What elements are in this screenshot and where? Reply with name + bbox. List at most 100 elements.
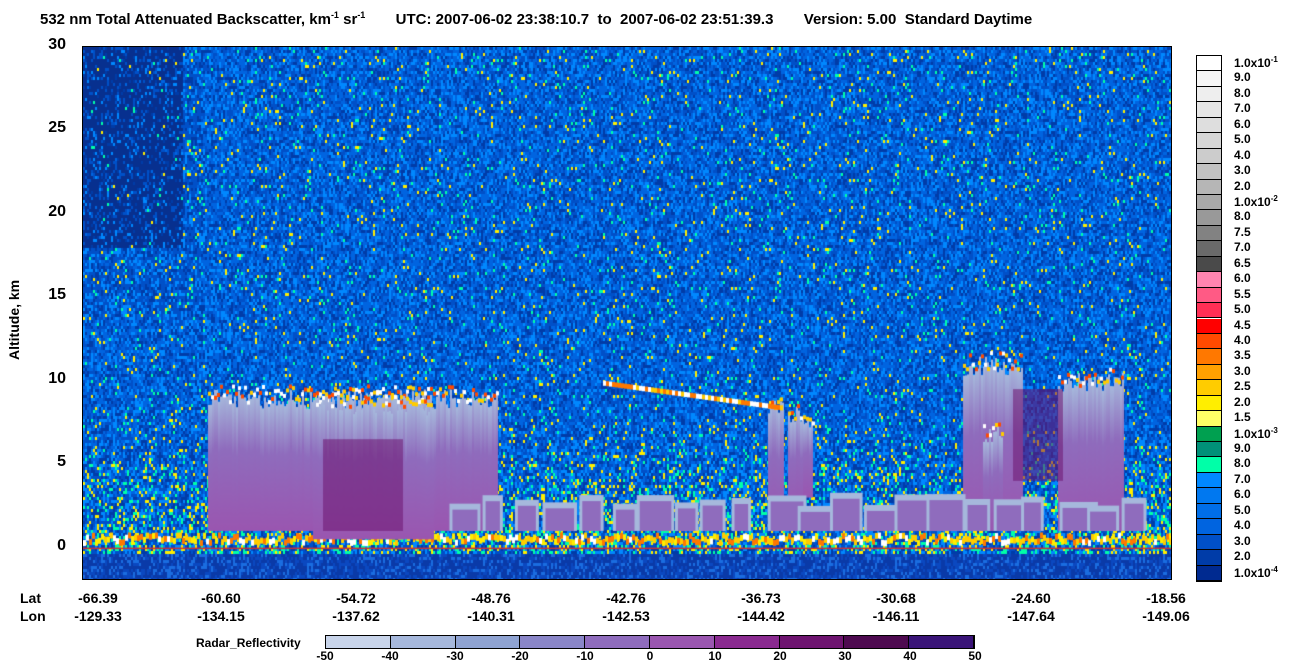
lon-tick-label: -140.31 (467, 608, 515, 624)
colorbar-cell (1197, 349, 1221, 365)
colorbar-cell (1197, 210, 1221, 226)
colorbar-label: 3.0 (1234, 363, 1251, 378)
radar-colorbar (325, 635, 975, 649)
utc-label: UTC: (395, 11, 432, 28)
radar-color-cell (779, 636, 845, 648)
colorbar-label: 3.0 (1234, 533, 1251, 548)
colorbar-cell (1197, 442, 1221, 458)
radar-tick-label: -30 (446, 649, 464, 663)
colorbar-label: 8.0 (1234, 85, 1251, 100)
colorbar-label: 7.5 (1234, 224, 1251, 239)
colorbar-cell (1197, 380, 1221, 396)
lat-tick-label: -48.76 (471, 590, 511, 606)
colorbar-cell (1197, 241, 1221, 257)
radar-color-cell (844, 636, 910, 648)
y-tick-label: 5 (57, 453, 66, 471)
radar-tick-label: -40 (381, 649, 399, 663)
radar-color-cell (520, 636, 586, 648)
radar-tick-label: 10 (708, 649, 722, 663)
colorbar-cell (1197, 426, 1221, 443)
radar-tick-label: -20 (511, 649, 529, 663)
colorbar-cell (1197, 411, 1221, 427)
colorbar-cell (1197, 472, 1221, 489)
colorbar-cell (1197, 102, 1221, 118)
colorbar-label: 8.0 (1234, 456, 1251, 471)
title-text: 532 nm Total Attenuated Backscatter, km (40, 11, 331, 28)
colorbar-label: 5.0 (1234, 132, 1251, 147)
y-tick-label: 25 (48, 119, 66, 137)
lat-tick-label: -60.60 (201, 590, 241, 606)
colorbar-label: 6.5 (1234, 255, 1251, 270)
radar-tick-label: 40 (903, 649, 917, 663)
colorbar-label: 4.0 (1234, 332, 1251, 347)
colorbar-label: 1.5 (1234, 410, 1251, 425)
radar-color-cell (585, 636, 650, 648)
radar-tick-label: -10 (576, 649, 594, 663)
colorbar-cell (1197, 333, 1221, 350)
colorbar-label: 1.0x10-2 (1234, 193, 1278, 209)
radar-tick-label: 30 (838, 649, 852, 663)
colorbar-cell (1197, 272, 1221, 288)
radar-tick-label: 0 (646, 649, 654, 663)
radar-tick-label: 20 (773, 649, 787, 663)
colorbar-label: 9.0 (1234, 70, 1251, 85)
lon-tick-label: -147.64 (1007, 608, 1055, 624)
lat-tick-label: -30.68 (876, 590, 916, 606)
lat-tick-label: -66.39 (78, 590, 118, 606)
radar-tick-label: -50 (316, 649, 334, 663)
colorbar-label: 1.0x10-1 (1234, 55, 1278, 70)
lon-tick-label: -149.06 (1142, 608, 1190, 624)
colorbar-cell (1197, 133, 1221, 149)
colorbar-cell (1197, 550, 1221, 566)
utc-end: 2007-06-02 23:51:39.3 (619, 11, 774, 28)
radar-legend-title: Radar_Reflectivity (196, 636, 301, 650)
colorbar-label: 2.0 (1234, 394, 1251, 409)
colorbar-cell (1197, 179, 1221, 195)
colorbar-label: 5.0 (1234, 302, 1251, 317)
colorbar-label: 4.0 (1234, 147, 1251, 162)
colorbar-cell (1197, 364, 1221, 381)
colorbar-cell (1197, 287, 1221, 304)
radar-tick-label: 50 (968, 649, 982, 663)
colorbar-cell (1197, 457, 1221, 473)
colorbar-label: 2.0 (1234, 178, 1251, 193)
backscatter-heatmap (83, 47, 1171, 579)
colorbar-cell (1197, 318, 1221, 334)
lat-tick-label: -42.76 (606, 590, 646, 606)
colorbar-label: 6.0 (1234, 487, 1251, 502)
title-sup-sr: -1 (357, 10, 366, 20)
colorbar-cell (1197, 395, 1221, 412)
y-tick-label: 30 (48, 36, 66, 53)
lon-tick-label: -134.15 (197, 608, 245, 624)
colorbar-cell (1197, 117, 1221, 134)
lat-tick-label: -18.56 (1146, 590, 1186, 606)
lon-tick-label: -137.62 (332, 608, 380, 624)
colorbar-label: 5.5 (1234, 286, 1251, 301)
utc-to: to (597, 11, 612, 28)
colorbar-cell (1197, 503, 1221, 520)
radar-color-cell (650, 636, 715, 648)
colorbar-label: 6.0 (1234, 116, 1251, 131)
colorbar-cell (1197, 519, 1221, 535)
radar-color-cell (455, 636, 521, 648)
version-label: Version: 5.00 (803, 11, 897, 28)
colorbar-label: 9.0 (1234, 441, 1251, 456)
colorbar-label: 1.0x10-4 (1234, 564, 1278, 580)
chart-title: 532 nm Total Attenuated Backscatter, km -… (40, 10, 1032, 28)
colorbar-label: 3.0 (1234, 163, 1251, 178)
lon-tick-label: -146.11 (872, 608, 920, 624)
y-tick-label: 20 (48, 202, 66, 220)
x-row-label: Lon (20, 608, 46, 624)
colorbar-label: 1.0x10-3 (1234, 425, 1278, 441)
colorbar-cell (1197, 56, 1221, 72)
colorbar-label: 4.0 (1234, 518, 1251, 533)
lon-tick-label: -144.42 (737, 608, 785, 624)
y-tick-label: 10 (48, 369, 66, 387)
colorbar-label: 8.0 (1234, 209, 1251, 224)
colorbar-label: 6.0 (1234, 271, 1251, 286)
lon-tick-label: -142.53 (602, 608, 650, 624)
y-tick-label: 15 (48, 286, 66, 304)
x-row-label: Lat (20, 590, 41, 606)
radar-color-cell (390, 636, 456, 648)
colorbar-label: 7.0 (1234, 471, 1251, 486)
